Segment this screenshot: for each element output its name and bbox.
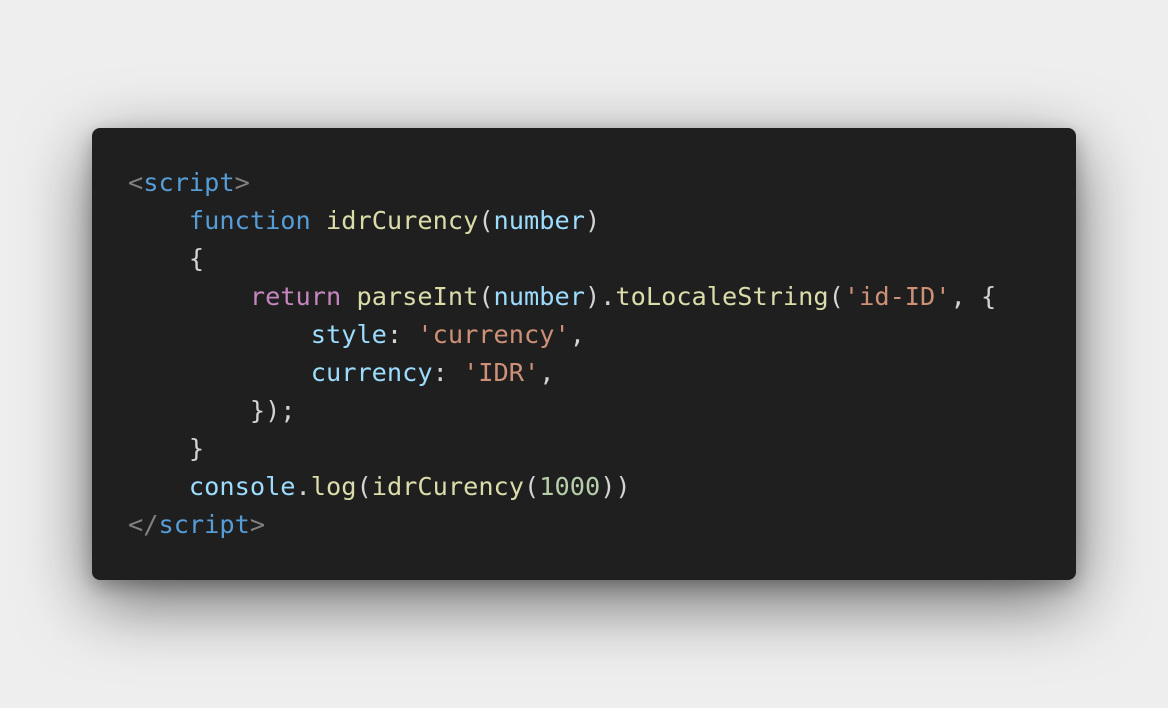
code-line-6: currency: 'IDR', — [310, 358, 555, 387]
code-line-2: function idrCurency(number) — [188, 206, 601, 235]
console-object: console — [188, 472, 296, 501]
tolocalestring-call: toLocaleString — [615, 282, 829, 311]
code-line-1: <script> — [128, 164, 996, 202]
open-tag-lt: < — [128, 168, 144, 197]
return-keyword: return — [249, 282, 342, 311]
parseint-call: parseInt — [356, 282, 479, 311]
close-tag-name: script — [158, 510, 250, 539]
code-line-10: </script> — [128, 506, 996, 544]
code-line-9: console.log(idrCurency(1000)) — [188, 472, 631, 501]
currency-value: 'IDR' — [463, 358, 540, 387]
parseint-arg: number — [493, 282, 585, 311]
function-keyword: function — [188, 206, 311, 235]
call-argument: 1000 — [539, 472, 601, 501]
locale-string: 'id-ID' — [843, 282, 951, 311]
code-line-8: } — [128, 430, 996, 468]
open-tag-gt: > — [234, 168, 250, 197]
currency-key: currency — [310, 358, 433, 387]
close-options: }); — [249, 396, 296, 425]
open-tag-name: script — [143, 168, 235, 197]
style-key: style — [310, 320, 387, 349]
code-line-7: }); — [128, 392, 996, 430]
code-snippet-card: <script> function idrCurency(number) { r… — [92, 128, 1076, 580]
code-line-3: { — [128, 240, 996, 278]
close-tag-lt: </ — [128, 510, 159, 539]
close-brace: } — [188, 434, 205, 463]
function-param: number — [493, 206, 585, 235]
close-tag-gt: > — [249, 510, 266, 539]
open-brace: { — [188, 244, 205, 273]
idrcurency-call: idrCurency — [371, 472, 525, 501]
code-block: <script> function idrCurency(number) { r… — [128, 164, 996, 544]
code-line-5: style: 'currency', — [310, 320, 585, 349]
code-line-4: return parseInt(number).toLocaleString('… — [249, 282, 997, 311]
style-value: 'currency' — [417, 320, 570, 349]
log-call: log — [310, 472, 357, 501]
function-name: idrCurency — [326, 206, 479, 235]
